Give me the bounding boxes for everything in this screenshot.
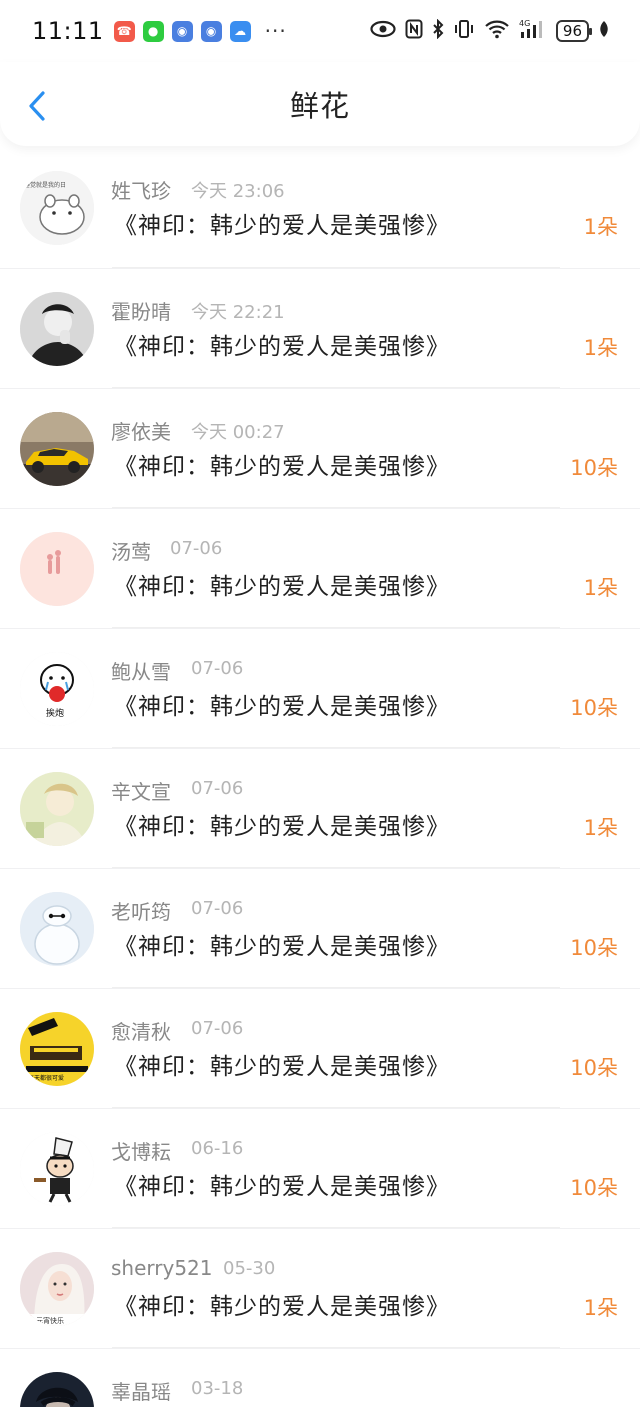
avatar[interactable] (20, 772, 94, 846)
username: 戈博耘 (111, 1140, 171, 1164)
flower-record-list: 睡觉就是我的日 姓飞珍 今天 23:06 《神印：韩少的爱人是美强惨》 1朵 霍… (0, 148, 640, 1407)
timestamp: 03-18 (191, 1378, 244, 1399)
nfc-icon (405, 19, 423, 43)
flower-count: 1朵 (583, 215, 618, 239)
avatar[interactable]: 元宵快乐 (20, 1252, 94, 1326)
back-button[interactable] (22, 88, 52, 124)
flower-count: 10朵 (570, 936, 618, 960)
list-item[interactable]: 辜晶瑶 03-18 (0, 1348, 640, 1407)
username: 姓飞珍 (111, 179, 171, 203)
more-notifications-icon: ··· (264, 19, 287, 43)
timestamp: 今天 22:21 (191, 302, 285, 323)
username: sherry521 (111, 1256, 213, 1280)
flower-count: 1朵 (583, 816, 618, 840)
timestamp: 06-16 (191, 1138, 244, 1159)
book-title: 《神印：韩少的爱人是美强惨》 (114, 694, 450, 720)
book-title: 《神印：韩少的爱人是美强惨》 (114, 574, 450, 600)
book-title: 《神印：韩少的爱人是美强惨》 (114, 934, 450, 960)
flower-count: 10朵 (570, 1176, 618, 1200)
book-title: 《神印：韩少的爱人是美强惨》 (114, 334, 450, 360)
list-item[interactable]: 老听筠 07-06 《神印：韩少的爱人是美强惨》 10朵 (0, 868, 640, 988)
timestamp: 07-06 (191, 1018, 244, 1039)
username: 鲍从雪 (111, 660, 171, 684)
avatar[interactable] (20, 1132, 94, 1206)
username: 老听筠 (111, 900, 171, 924)
avatar[interactable] (20, 532, 94, 606)
vibrate-icon (453, 19, 475, 43)
avatar[interactable] (20, 892, 94, 966)
flower-count: 10朵 (570, 456, 618, 480)
list-item[interactable]: 汤莺 07-06 《神印：韩少的爱人是美强惨》 1朵 (0, 508, 640, 628)
avatar[interactable] (20, 1372, 94, 1407)
username: 辛文宣 (111, 780, 171, 804)
cloud-icon: ☁ (229, 20, 251, 42)
notification-icons: ☎ ● ◉ ◉ ☁ ··· (113, 19, 287, 43)
status-time: 11:11 (32, 17, 104, 45)
svg-text:每天都很可爱: 每天都很可爱 (28, 1074, 64, 1082)
flower-count: 1朵 (583, 576, 618, 600)
missed-call-icon: ☎ (113, 20, 135, 42)
timestamp: 07-06 (170, 538, 223, 559)
timestamp: 07-06 (191, 778, 244, 799)
bluetooth-icon (432, 18, 444, 43)
game-controller-icon: ◉ (200, 20, 222, 42)
flower-count: 10朵 (570, 1056, 618, 1080)
wifi-icon (484, 19, 510, 43)
svg-text:4G: 4G (519, 19, 530, 28)
book-title: 《神印：韩少的爱人是美强惨》 (114, 454, 450, 480)
timestamp: 07-06 (191, 658, 244, 679)
list-item[interactable]: 每天都很可爱 愈清秋 07-06 《神印：韩少的爱人是美强惨》 10朵 (0, 988, 640, 1108)
eye-comfort-icon (370, 20, 396, 42)
book-title: 《神印：韩少的爱人是美强惨》 (114, 1054, 450, 1080)
svg-text:睡觉就是我的日: 睡觉就是我的日 (24, 181, 66, 189)
list-item[interactable]: 廖依美 今天 00:27 《神印：韩少的爱人是美强惨》 10朵 (0, 388, 640, 508)
avatar[interactable]: 挨炮 (20, 652, 94, 726)
flower-count: 1朵 (583, 336, 618, 360)
page-header: 鲜花 (0, 62, 640, 146)
list-item[interactable]: 辛文宣 07-06 《神印：韩少的爱人是美强惨》 1朵 (0, 748, 640, 868)
book-title: 《神印：韩少的爱人是美强惨》 (114, 814, 450, 840)
game-controller-icon: ◉ (171, 20, 193, 42)
flower-count: 1朵 (583, 1296, 618, 1320)
timestamp: 今天 00:27 (191, 422, 285, 443)
timestamp: 05-30 (223, 1258, 276, 1279)
list-item[interactable]: 戈博耘 06-16 《神印：韩少的爱人是美强惨》 10朵 (0, 1108, 640, 1228)
timestamp: 今天 23:06 (191, 181, 285, 202)
signal-4g-icon: 4G (519, 18, 547, 44)
avatar[interactable] (20, 292, 94, 366)
status-bar: 11:11 ☎ ● ◉ ◉ ☁ ··· 4G 96 (0, 0, 640, 62)
chevron-left-icon (29, 91, 45, 121)
avatar[interactable] (20, 412, 94, 486)
battery-indicator: 96 (555, 20, 593, 42)
list-item[interactable]: 霍盼晴 今天 22:21 《神印：韩少的爱人是美强惨》 1朵 (0, 268, 640, 388)
username: 愈清秋 (111, 1020, 171, 1044)
book-title: 《神印：韩少的爱人是美强惨》 (114, 213, 450, 239)
power-saving-leaf-icon (598, 20, 610, 42)
username: 霍盼晴 (111, 300, 171, 324)
wechat-icon: ● (142, 20, 164, 42)
svg-text:元宵快乐: 元宵快乐 (36, 1316, 64, 1325)
avatar[interactable]: 睡觉就是我的日 (20, 171, 94, 245)
username: 汤莺 (111, 540, 151, 564)
timestamp: 07-06 (191, 898, 244, 919)
username: 廖依美 (111, 420, 171, 444)
book-title: 《神印：韩少的爱人是美强惨》 (114, 1174, 450, 1200)
page-title: 鲜花 (289, 89, 350, 123)
list-item[interactable]: 元宵快乐 sherry521 05-30 《神印：韩少的爱人是美强惨》 1朵 (0, 1228, 640, 1348)
flower-count: 10朵 (570, 696, 618, 720)
book-title: 《神印：韩少的爱人是美强惨》 (114, 1294, 450, 1320)
avatar[interactable]: 每天都很可爱 (20, 1012, 94, 1086)
list-item[interactable]: 挨炮 鲍从雪 07-06 《神印：韩少的爱人是美强惨》 10朵 (0, 628, 640, 748)
username: 辜晶瑶 (111, 1380, 171, 1404)
system-icons: 4G 96 (370, 18, 610, 44)
svg-text:挨炮: 挨炮 (46, 707, 64, 719)
list-item[interactable]: 睡觉就是我的日 姓飞珍 今天 23:06 《神印：韩少的爱人是美强惨》 1朵 (0, 148, 640, 268)
